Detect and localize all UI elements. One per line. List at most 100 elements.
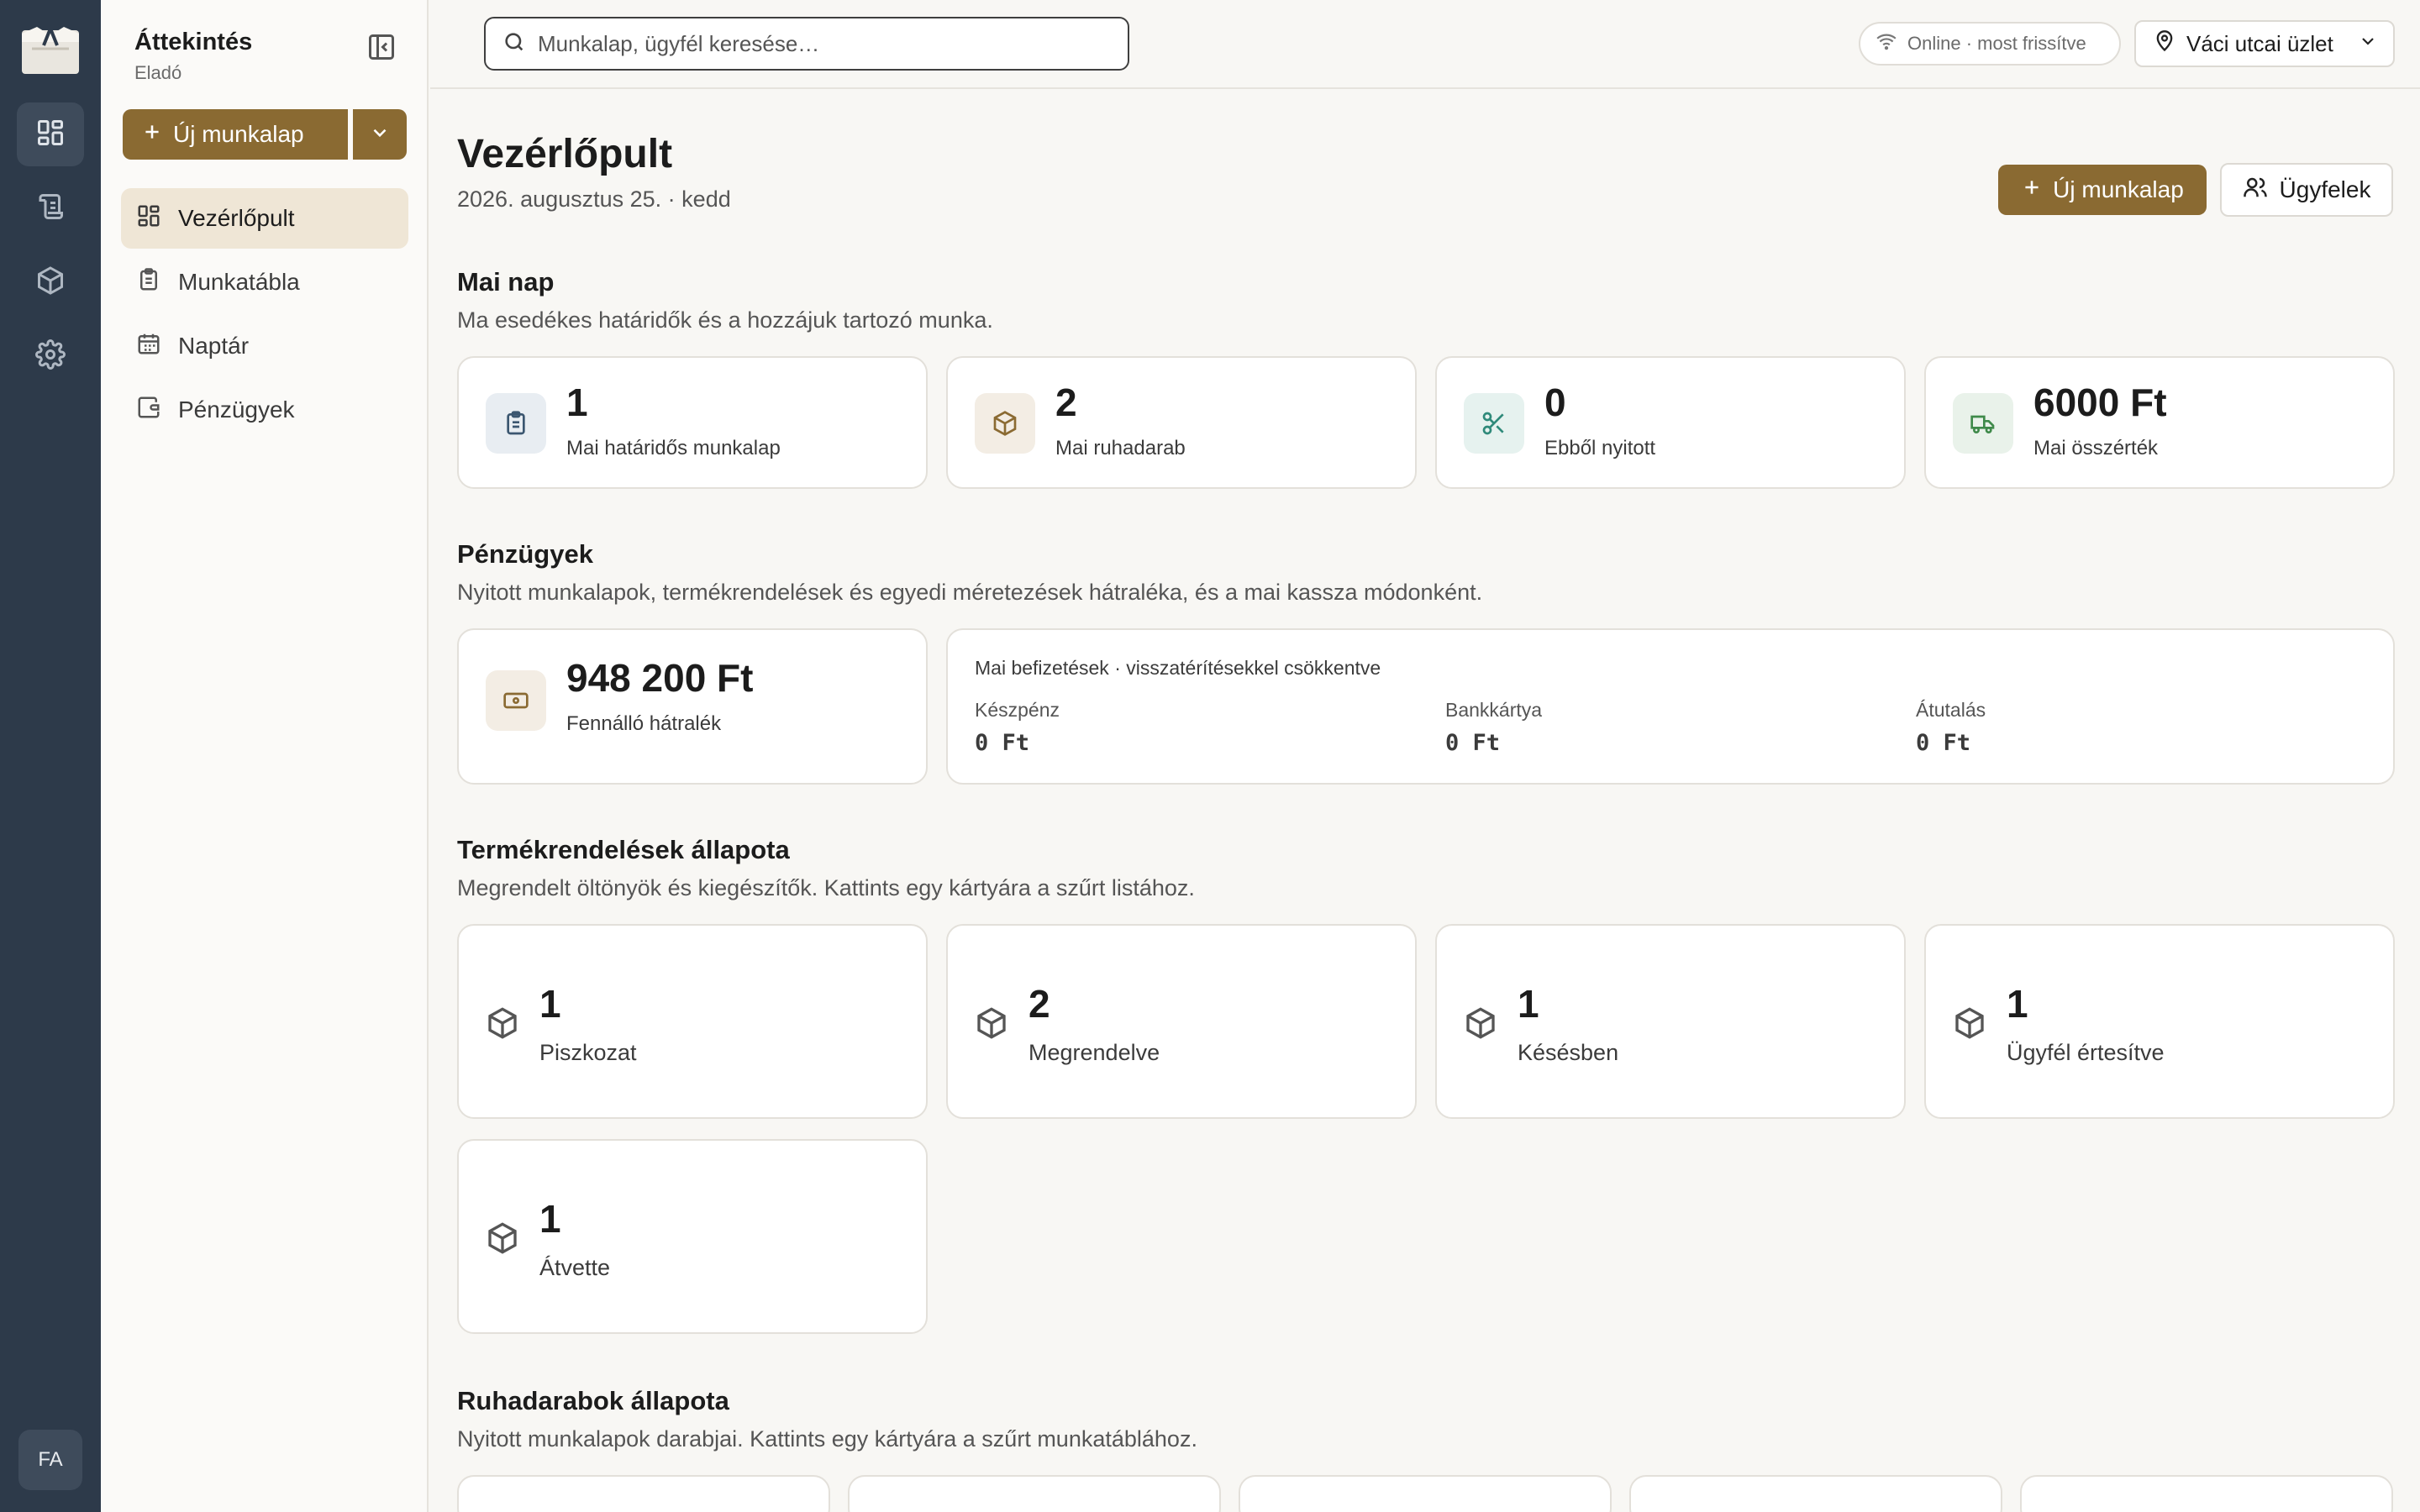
calendar-icon	[136, 331, 161, 362]
order-status-label: Piszkozat	[539, 1040, 637, 1065]
box-icon	[1464, 1006, 1497, 1040]
garment-card[interactable]	[457, 1475, 830, 1512]
box-icon	[486, 1006, 519, 1040]
payment-label: Készpénz	[975, 699, 1060, 721]
new-worksheet-button[interactable]: Új munkalap	[123, 109, 348, 160]
new-worksheet-dropdown-button[interactable]	[353, 109, 407, 160]
icon-rail: FA	[0, 0, 101, 1512]
order-card-late[interactable]: 1 Késésben	[1435, 924, 1906, 1119]
outstanding-card[interactable]: 948 200 Ft Fennálló hátralék	[457, 628, 928, 785]
store-selector[interactable]: Váci utcai üzlet	[2134, 20, 2395, 67]
garment-card[interactable]	[848, 1475, 1221, 1512]
rail-dashboard-button[interactable]	[17, 102, 84, 166]
stat-card-garments[interactable]: 2 Mai ruhadarab	[946, 356, 1417, 489]
wallet-icon	[136, 395, 161, 426]
order-count: 1	[2007, 982, 2028, 1026]
status-text: Online · most frissítve	[1907, 33, 2086, 54]
rail-products-button[interactable]	[17, 250, 84, 314]
customers-button[interactable]: Ügyfelek	[2220, 163, 2393, 217]
sidebar-title: Áttekintés	[134, 29, 253, 55]
today-section-title: Mai nap	[457, 267, 555, 297]
box-icon	[486, 1221, 519, 1255]
order-status-label: Késésben	[1518, 1040, 1619, 1065]
payment-label: Átutalás	[1916, 699, 1986, 721]
sidebar-item-label: Pénzügyek	[178, 396, 295, 423]
order-status-label: Átvette	[539, 1255, 611, 1280]
banknote-icon	[486, 670, 546, 731]
wifi-icon	[1876, 30, 1897, 57]
sidebar-nav: Vezérlőpult Munkatábla Naptár Pénzügyek	[121, 188, 408, 444]
dashboard-icon	[136, 203, 161, 234]
sidebar-role: Eladó	[134, 62, 182, 83]
garments-section-title: Ruhadarabok állapota	[457, 1386, 729, 1415]
truck-icon	[1953, 393, 2013, 454]
search-icon	[502, 30, 526, 58]
stat-value: 0	[1544, 381, 1566, 424]
order-count: 2	[1028, 982, 1050, 1026]
box-icon	[975, 1006, 1008, 1040]
store-name: Váci utcai üzlet	[2186, 30, 2333, 56]
search-input[interactable]	[538, 30, 1109, 57]
customers-label: Ügyfelek	[2279, 176, 2371, 202]
app-logo-icon[interactable]	[18, 20, 82, 77]
garment-card[interactable]	[1239, 1475, 1612, 1512]
stat-value: 2	[1055, 381, 1077, 424]
payments-title: Mai befizetések · visszatérítésekkel csö…	[975, 657, 1381, 679]
orders-section-description: Megrendelt öltönyök és kiegészítők. Katt…	[457, 875, 1195, 900]
page-title: Vezérlőpult	[457, 132, 673, 176]
payment-value: 0 Ft	[1445, 730, 1501, 756]
stat-card-total[interactable]: 6000 Ft Mai összérték	[1924, 356, 2395, 489]
sidebar-item-label: Naptár	[178, 333, 250, 359]
chevron-down-icon	[2358, 31, 2378, 57]
sidebar-item-finance[interactable]: Pénzügyek	[121, 380, 408, 440]
stat-value: 1	[566, 381, 588, 424]
sidebar-item-label: Vezérlőpult	[178, 205, 295, 231]
map-pin-icon	[2153, 29, 2176, 59]
stat-label: Mai ruhadarab	[1055, 437, 1186, 459]
clipboard-icon	[136, 267, 161, 298]
stat-label: Mai határidős munkalap	[566, 437, 781, 459]
rail-worksheets-button[interactable]	[17, 176, 84, 240]
order-count: 1	[539, 982, 561, 1026]
rail-settings-button[interactable]	[17, 324, 84, 388]
sidebar-item-label: Munkatábla	[178, 269, 300, 295]
finance-section-description: Nyitott munkalapok, termékrendelések és …	[457, 580, 1483, 605]
order-card-picked-up[interactable]: 1 Átvette	[457, 1139, 928, 1334]
dashboard-icon	[35, 118, 66, 152]
stat-label: Ebből nyitott	[1544, 437, 1656, 459]
payment-card: Bankkártya 0 Ft	[1445, 699, 1542, 756]
payment-transfer: Átutalás 0 Ft	[1916, 699, 1986, 756]
header-new-worksheet-button[interactable]: Új munkalap	[1998, 165, 2207, 215]
gear-icon	[35, 339, 66, 374]
search-box[interactable]	[484, 17, 1129, 71]
box-icon	[35, 265, 66, 300]
scroll-icon	[35, 192, 66, 226]
garment-card[interactable]	[2020, 1475, 2393, 1512]
stat-card-due-worksheets[interactable]: 1 Mai határidős munkalap	[457, 356, 928, 489]
finance-section-title: Pénzügyek	[457, 539, 593, 569]
collapse-sidebar-icon[interactable]	[366, 32, 397, 62]
garment-card[interactable]	[1629, 1475, 2002, 1512]
stat-card-open[interactable]: 0 Ebből nyitott	[1435, 356, 1906, 489]
payment-cash: Készpénz 0 Ft	[975, 699, 1060, 756]
stat-label: Mai összérték	[2033, 437, 2159, 459]
order-card-draft[interactable]: 1 Piszkozat	[457, 924, 928, 1119]
page-date: 2026. augusztus 25. · kedd	[457, 186, 731, 212]
order-card-notified[interactable]: 1 Ügyfél értesítve	[1924, 924, 2395, 1119]
orders-section-title: Termékrendelések állapota	[457, 835, 790, 864]
sidebar-item-worksheets[interactable]: Munkatábla	[121, 252, 408, 312]
payment-value: 0 Ft	[975, 730, 1030, 756]
order-card-ordered[interactable]: 2 Megrendelve	[946, 924, 1417, 1119]
plus-icon	[141, 121, 163, 149]
chevron-down-icon	[369, 122, 391, 148]
payments-card: Mai befizetések · visszatérítésekkel csö…	[946, 628, 2395, 785]
avatar[interactable]: FA	[18, 1430, 82, 1490]
clipboard-icon	[486, 393, 546, 454]
payment-value: 0 Ft	[1916, 730, 1971, 756]
garments-section-description: Nyitott munkalapok darabjai. Kattints eg…	[457, 1426, 1197, 1452]
header-new-worksheet-label: Új munkalap	[2053, 176, 2184, 202]
sidebar-item-calendar[interactable]: Naptár	[121, 316, 408, 376]
main-content: Vezérlőpult 2026. augusztus 25. · kedd Ú…	[430, 89, 2420, 1512]
sidebar-item-dashboard[interactable]: Vezérlőpult	[121, 188, 408, 249]
stat-value: 6000 Ft	[2033, 381, 2167, 424]
